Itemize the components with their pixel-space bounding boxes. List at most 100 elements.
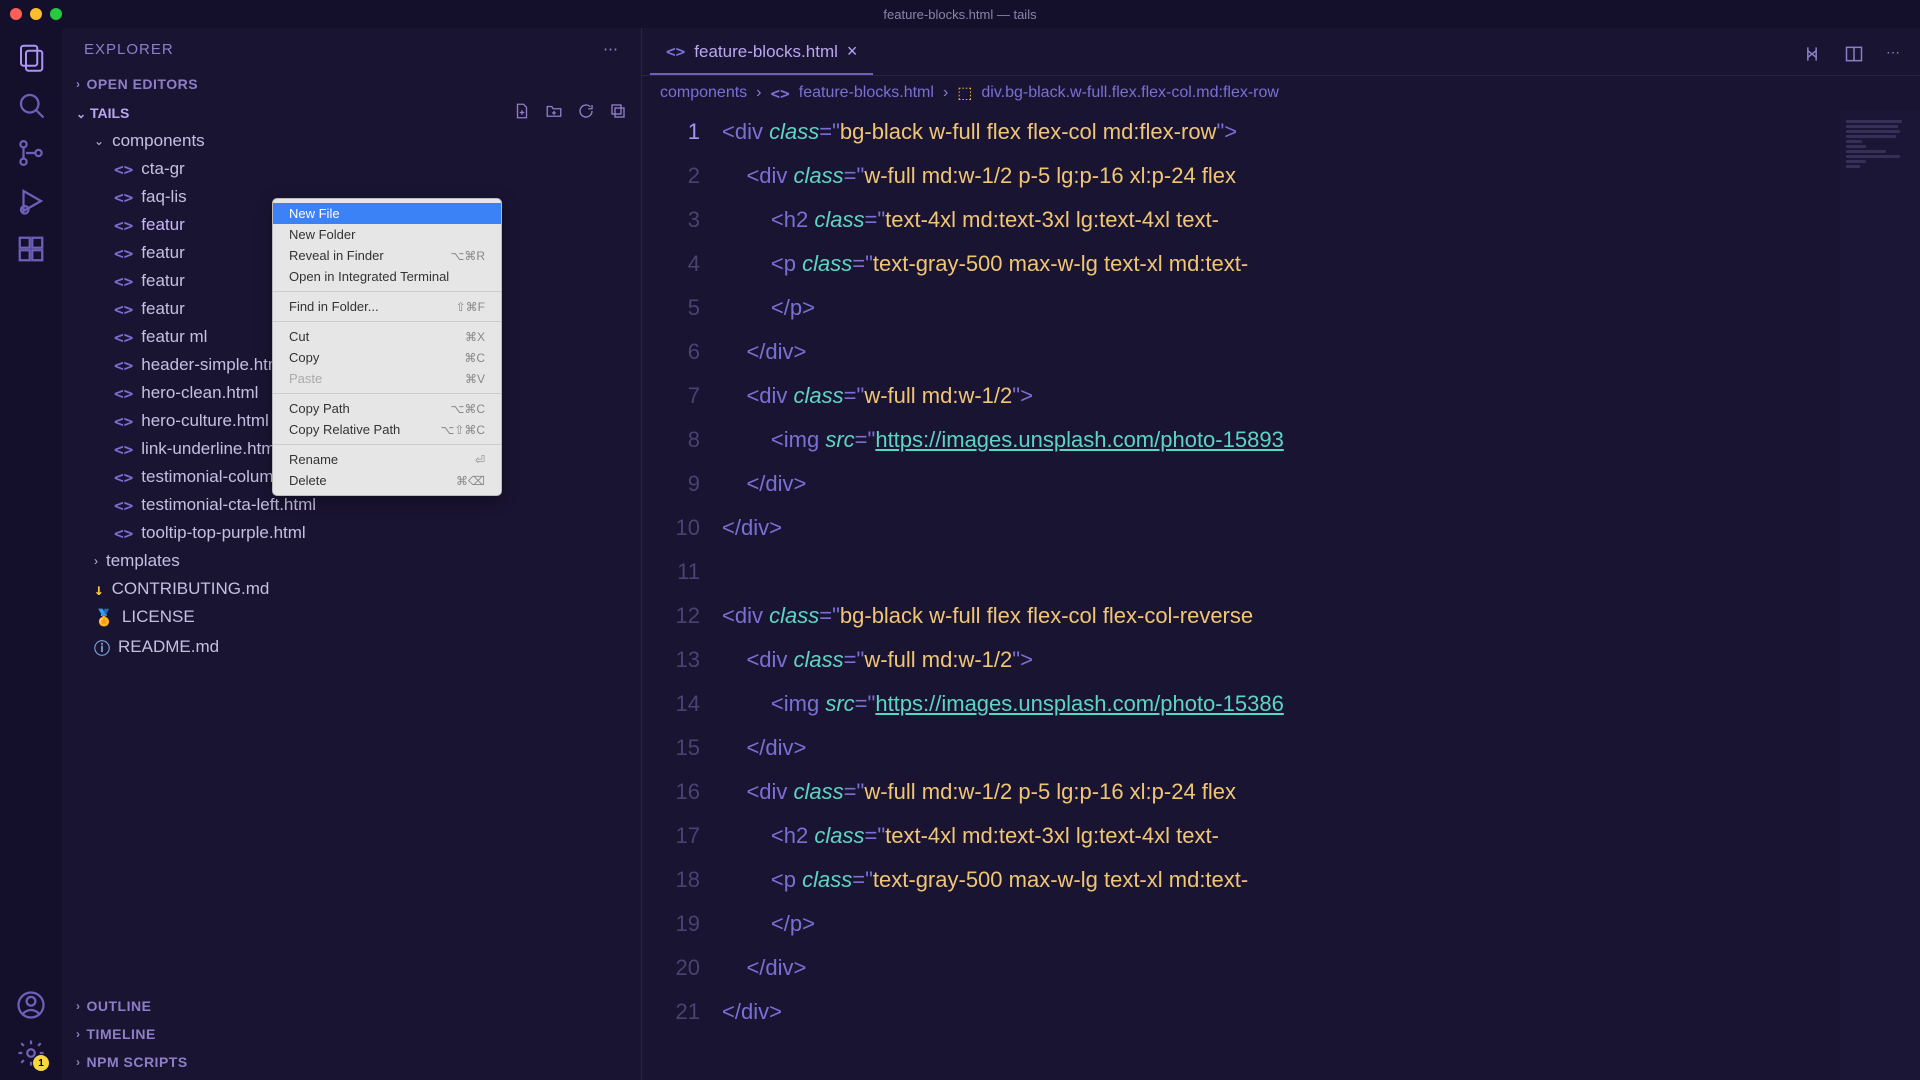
html-file-icon: <> [114, 524, 133, 543]
titlebar: feature-blocks.html — tails [0, 0, 1920, 28]
file-item[interactable]: 🏅LICENSE [62, 603, 641, 631]
file-name: featur [141, 215, 184, 235]
menu-label: Copy Relative Path [289, 422, 400, 437]
html-file-icon: <> [114, 300, 133, 319]
file-item[interactable]: <> cta-gr [62, 155, 641, 183]
context-menu: New File New Folder Reveal in Finder ⌥⌘ROpe… [272, 198, 502, 496]
context-menu-item[interactable]: Copy ⌘C [273, 347, 501, 368]
chevron-right-icon: › [76, 1027, 81, 1041]
new-folder-icon[interactable] [545, 102, 563, 123]
menu-shortcut: ⏎ [475, 453, 485, 467]
html-file-icon: <> [114, 384, 133, 403]
breadcrumb-item[interactable]: div.bg-black.w-full.flex.flex-col.md:fle… [981, 84, 1279, 102]
timeline-section[interactable]: ›TIMELINE [62, 1020, 641, 1048]
code-area[interactable]: 123456789101112131415161718192021 <div c… [642, 110, 1920, 1080]
context-menu-item[interactable]: Find in Folder...⇧⌘F [273, 296, 501, 317]
context-menu-item[interactable]: Delete⌘⌫ [273, 470, 501, 491]
menu-label: Reveal in Finder [289, 248, 384, 263]
sidebar-title: EXPLORER [84, 41, 174, 58]
menu-shortcut: ⌥⌘C [451, 402, 486, 416]
menu-label: Copy [289, 350, 319, 365]
editor-tabs: <> feature-blocks.html × ⋯ [642, 28, 1920, 76]
menu-shortcut: ⌥⌘R [451, 249, 486, 263]
chevron-down-icon: ⌄ [94, 134, 104, 148]
breadcrumbs[interactable]: components› <>feature-blocks.html› ⬚div.… [642, 76, 1920, 110]
context-menu-item[interactable]: Copy Relative Path⌥⇧⌘C [273, 419, 501, 440]
code-lines[interactable]: <div class="bg-black w-full flex flex-co… [722, 110, 1920, 1080]
html-file-icon: <> [771, 84, 790, 103]
new-file-icon[interactable] [513, 102, 531, 123]
settings-badge: 1 [33, 1055, 49, 1071]
explorer-icon[interactable] [16, 42, 46, 72]
file-item[interactable]: ⓘREADME.md [62, 631, 641, 663]
accounts-icon[interactable] [16, 990, 46, 1020]
split-editor-icon[interactable] [1844, 44, 1864, 67]
file-item[interactable]: ↓ CONTRIBUTING.md [62, 575, 641, 603]
html-file-icon: <> [666, 42, 685, 61]
menu-shortcut: ⌘⌫ [456, 474, 485, 488]
file-name: featur [141, 271, 184, 291]
menu-label: Rename [289, 452, 338, 467]
editor-more-icon[interactable]: ⋯ [1886, 44, 1900, 67]
sidebar: EXPLORER ⋯ ›OPEN EDITORS ⌄ TAILS ⌄compon… [62, 28, 642, 1080]
tab-feature-blocks[interactable]: <> feature-blocks.html × [650, 30, 873, 75]
file-name: LICENSE [122, 607, 195, 627]
file-name: README.md [118, 637, 219, 657]
menu-label: Copy Path [289, 401, 350, 416]
search-icon[interactable] [16, 90, 46, 120]
menu-label: Cut [289, 329, 309, 344]
npm-scripts-section[interactable]: ›NPM SCRIPTS [62, 1048, 641, 1076]
file-name: tooltip-top-purple.html [141, 523, 305, 543]
file-item[interactable]: <> tooltip-top-purple.html [62, 519, 641, 547]
menu-label: Open in Integrated Terminal [289, 269, 449, 284]
extensions-icon[interactable] [16, 234, 46, 264]
close-tab-icon[interactable]: × [847, 41, 858, 62]
minimize-window-icon[interactable] [30, 8, 42, 20]
menu-shortcut: ⌘C [464, 351, 485, 365]
outline-section[interactable]: ›OUTLINE [62, 992, 641, 1020]
refresh-icon[interactable] [577, 102, 595, 123]
brackets-icon: ⬚ [957, 83, 972, 103]
folder-templates[interactable]: ›templates [62, 547, 641, 575]
source-control-icon[interactable] [16, 138, 46, 168]
file-name: featur [141, 299, 184, 319]
html-file-icon: <> [114, 160, 133, 179]
folder-components[interactable]: ⌄components [62, 127, 641, 155]
file-name: featur [141, 243, 184, 263]
context-menu-item[interactable]: New File [273, 203, 501, 224]
compare-changes-icon[interactable] [1802, 44, 1822, 67]
file-name: cta-gr [141, 159, 184, 179]
run-debug-icon[interactable] [16, 186, 46, 216]
context-menu-item[interactable]: Rename ⏎ [273, 449, 501, 470]
context-menu-item[interactable]: Copy Path ⌥⌘C [273, 398, 501, 419]
menu-label: New File [289, 206, 340, 221]
open-editors-section[interactable]: ›OPEN EDITORS [62, 70, 641, 98]
breadcrumb-item[interactable]: feature-blocks.html [799, 84, 934, 102]
editor: <> feature-blocks.html × ⋯ components› <… [642, 28, 1920, 1080]
project-header[interactable]: ⌄ TAILS [62, 98, 641, 127]
settings-gear-icon[interactable]: 1 [16, 1038, 46, 1068]
html-file-icon: <> [114, 328, 133, 347]
close-window-icon[interactable] [10, 8, 22, 20]
markdown-file-icon: ↓ [94, 580, 104, 599]
minimap[interactable] [1840, 110, 1920, 1080]
file-name: CONTRIBUTING.md [112, 579, 270, 599]
context-menu-item[interactable]: Reveal in Finder ⌥⌘R [273, 245, 501, 266]
html-file-icon: <> [114, 496, 133, 515]
html-file-icon: <> [114, 188, 133, 207]
html-file-icon: <> [114, 440, 133, 459]
collapse-all-icon[interactable] [609, 102, 627, 123]
context-menu-item[interactable]: Cut⌘X [273, 326, 501, 347]
sidebar-more-icon[interactable]: ⋯ [603, 40, 619, 58]
file-name: testimonial-cta-left.html [141, 495, 316, 515]
maximize-window-icon[interactable] [50, 8, 62, 20]
file-name: header-simple.html [141, 355, 286, 375]
breadcrumb-item[interactable]: components [660, 84, 747, 102]
html-file-icon: <> [114, 216, 133, 235]
html-file-icon: <> [114, 244, 133, 263]
context-menu-item[interactable]: Open in Integrated Terminal [273, 266, 501, 287]
file-name: hero-clean.html [141, 383, 258, 403]
chevron-right-icon: › [76, 77, 81, 91]
context-menu-item[interactable]: New Folder [273, 224, 501, 245]
file-name: featur ml [141, 327, 207, 347]
